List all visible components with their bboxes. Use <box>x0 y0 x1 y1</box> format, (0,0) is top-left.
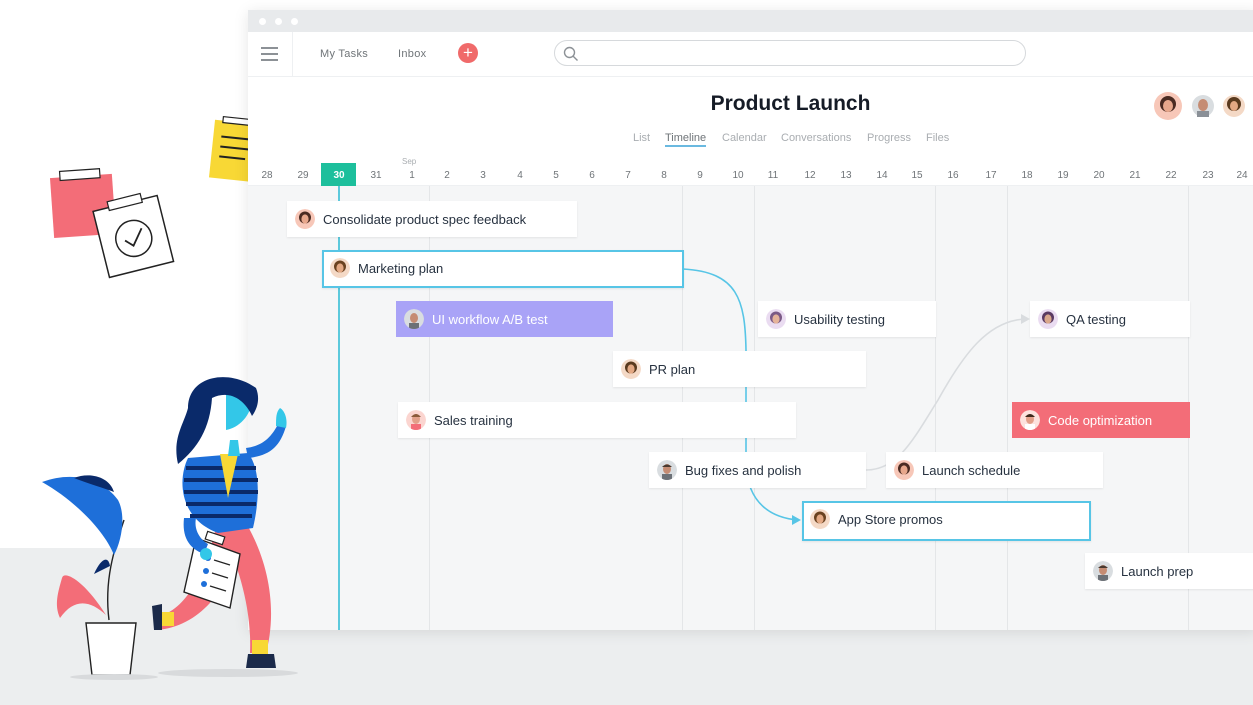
avatar <box>1020 410 1040 430</box>
task-card[interactable]: Launch prep <box>1085 553 1253 589</box>
avatar <box>657 460 677 480</box>
task-label: UI workflow A/B test <box>432 312 548 327</box>
person-with-clipboard-illustration <box>152 377 298 677</box>
app-window: My Tasks Inbox + Product Launch List Tim… <box>248 10 1253 630</box>
task-card[interactable]: Code optimization <box>1012 402 1190 438</box>
task-label: Launch schedule <box>922 463 1021 478</box>
task-card[interactable]: Bug fixes and polish <box>649 452 866 488</box>
task-label: Bug fixes and polish <box>685 463 802 478</box>
task-label: Sales training <box>434 413 513 428</box>
avatar <box>1038 309 1058 329</box>
avatar <box>621 359 641 379</box>
avatar <box>295 209 315 229</box>
task-card-selected[interactable]: Marketing plan <box>322 250 684 288</box>
task-label: PR plan <box>649 362 696 377</box>
avatar <box>406 410 426 430</box>
task-label: Launch prep <box>1121 564 1194 579</box>
avatar <box>330 258 350 278</box>
sticky-notes-illustration <box>49 115 260 279</box>
task-card[interactable]: UI workflow A/B test <box>396 301 613 337</box>
task-label: App Store promos <box>838 512 943 527</box>
task-card[interactable]: Launch schedule <box>886 452 1103 488</box>
task-card[interactable]: Sales training <box>398 402 796 438</box>
avatar <box>810 509 830 529</box>
task-card[interactable]: Usability testing <box>758 301 936 337</box>
task-label: QA testing <box>1066 312 1126 327</box>
avatar <box>894 460 914 480</box>
avatar <box>404 309 424 329</box>
task-label: Consolidate product spec feedback <box>323 212 527 227</box>
task-label: Usability testing <box>794 312 886 327</box>
task-label: Code optimization <box>1048 413 1153 428</box>
avatar <box>766 309 786 329</box>
avatar <box>1093 561 1113 581</box>
task-label: Marketing plan <box>358 261 444 276</box>
task-card[interactable]: Consolidate product spec feedback <box>287 201 577 237</box>
task-card[interactable]: QA testing <box>1030 301 1190 337</box>
task-card-selected[interactable]: App Store promos <box>802 501 1091 541</box>
task-card[interactable]: PR plan <box>613 351 866 387</box>
